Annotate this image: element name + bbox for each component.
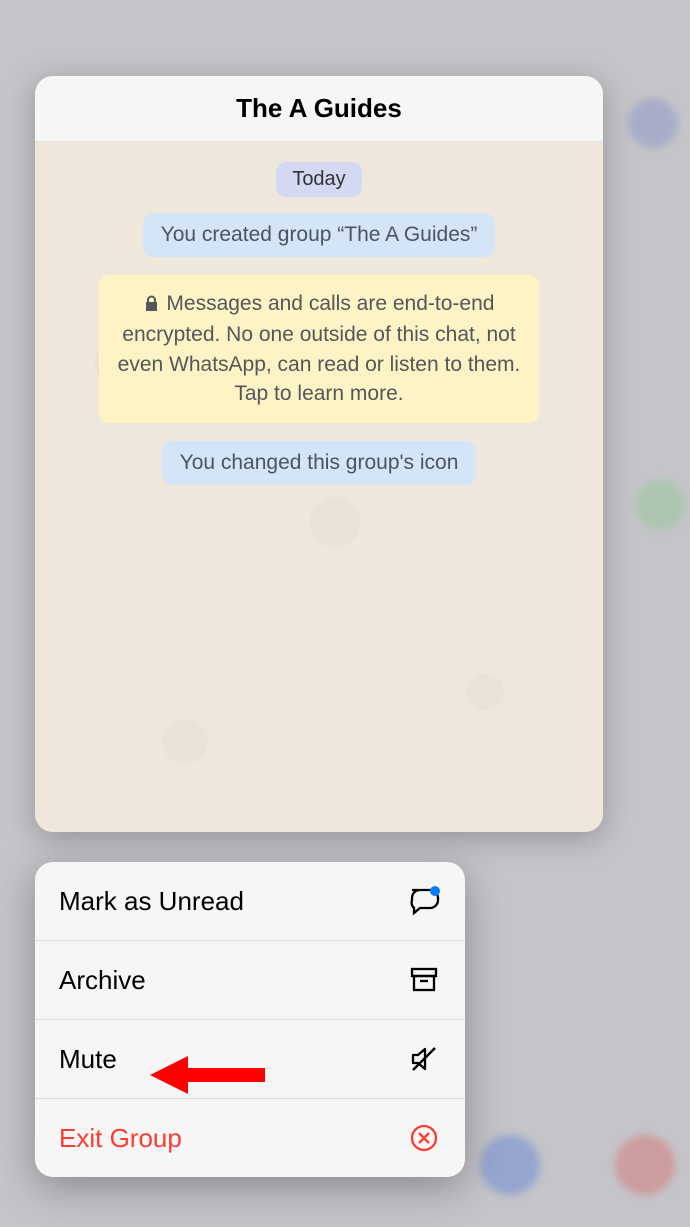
lock-icon xyxy=(144,291,159,320)
system-message: You created group “The A Guides” xyxy=(143,213,496,257)
chat-preview-panel[interactable]: The A Guides Today You created group “Th… xyxy=(35,76,603,832)
menu-mark-unread[interactable]: Mark as Unread xyxy=(35,862,465,941)
menu-mute[interactable]: Mute xyxy=(35,1020,465,1099)
context-menu: Mark as Unread Archive Mute Exit Gr xyxy=(35,862,465,1177)
bg-blur xyxy=(615,1135,675,1195)
menu-label: Archive xyxy=(59,965,146,996)
encryption-text: Messages and calls are end-to-end encryp… xyxy=(118,292,521,405)
bg-blur xyxy=(628,98,678,148)
bg-blur xyxy=(480,1135,540,1195)
menu-archive[interactable]: Archive xyxy=(35,941,465,1020)
mute-icon xyxy=(407,1042,441,1076)
menu-exit-group[interactable]: Exit Group xyxy=(35,1099,465,1177)
chat-title: The A Guides xyxy=(236,93,402,124)
archive-icon xyxy=(407,963,441,997)
bg-blur xyxy=(635,480,685,530)
menu-label: Mark as Unread xyxy=(59,886,244,917)
encryption-notice[interactable]: Messages and calls are end-to-end encryp… xyxy=(99,275,539,423)
menu-label: Exit Group xyxy=(59,1123,182,1154)
chat-unread-icon xyxy=(407,884,441,918)
date-pill: Today xyxy=(276,162,361,197)
menu-label: Mute xyxy=(59,1044,117,1075)
system-message: You changed this group's icon xyxy=(162,441,477,485)
chat-header: The A Guides xyxy=(35,76,603,142)
exit-icon xyxy=(407,1121,441,1155)
chat-body: Today You created group “The A Guides” M… xyxy=(35,142,603,832)
